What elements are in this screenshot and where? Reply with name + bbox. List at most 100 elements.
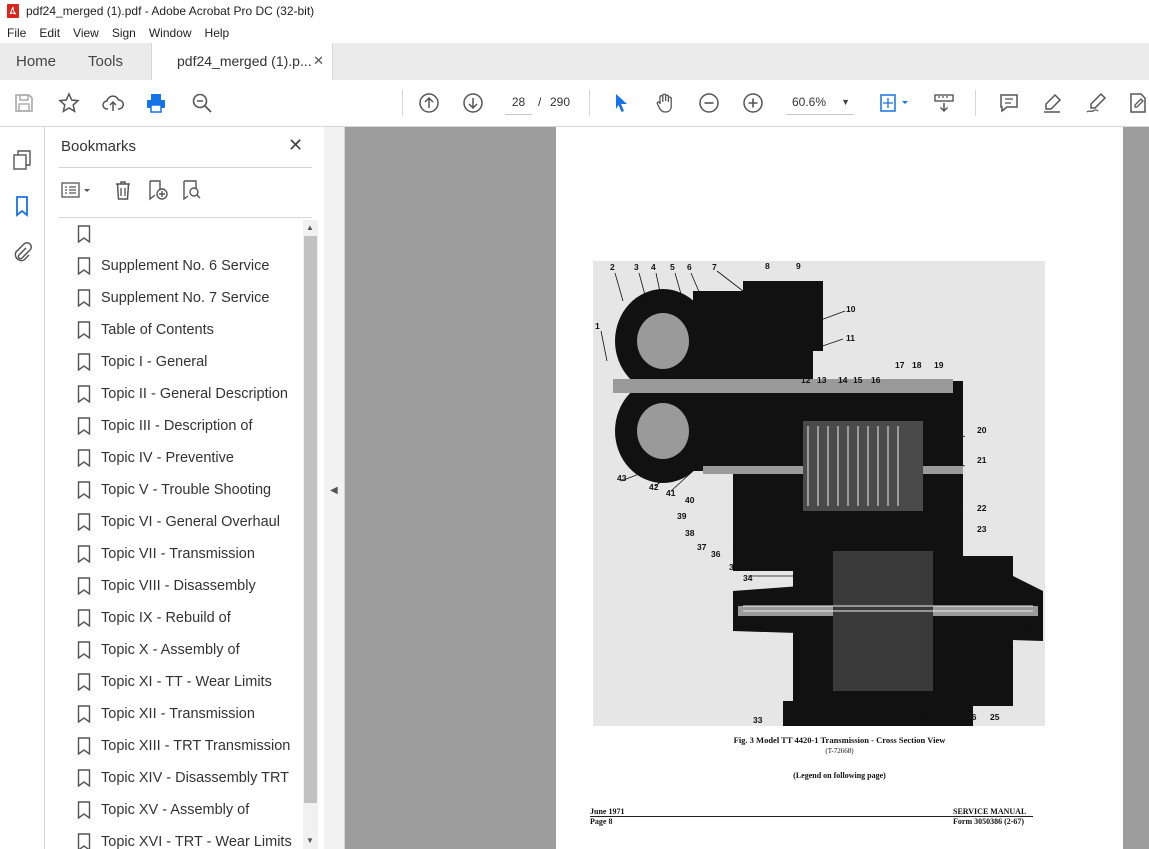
tab-tools[interactable]: Tools xyxy=(88,43,123,80)
bookmark-label: Topic I - General xyxy=(101,354,208,370)
panel-collapse-strip[interactable]: ◀ xyxy=(324,127,345,849)
page-number-input[interactable]: 28 xyxy=(505,90,532,115)
zoom-out-icon[interactable] xyxy=(697,91,721,115)
comment-icon[interactable] xyxy=(997,91,1021,115)
toolbar-divider xyxy=(402,90,403,116)
transmission-cross-section-figure: 12 3 4 5678 9101112 13 14 15 16 17 18 1920 2122… xyxy=(593,261,1045,726)
bookmark-item[interactable]: Topic I - General xyxy=(73,346,303,378)
print-icon[interactable] xyxy=(144,91,168,115)
bookmarks-panel-icon[interactable] xyxy=(10,194,34,218)
attachments-paperclip-icon[interactable] xyxy=(10,240,34,264)
acrobat-pdf-icon xyxy=(7,4,19,18)
tab-home[interactable]: Home xyxy=(16,43,56,80)
bookmark-item[interactable]: Topic X - Assembly of xyxy=(73,634,303,666)
bookmark-icon xyxy=(77,801,91,819)
scroll-up-arrow-icon[interactable]: ▲ xyxy=(306,223,314,232)
svg-text:32: 32 xyxy=(809,712,819,722)
svg-text:18: 18 xyxy=(912,360,922,370)
find-zoom-icon[interactable] xyxy=(190,91,214,115)
menu-edit[interactable]: Edit xyxy=(32,26,66,40)
bookmark-item[interactable] xyxy=(73,218,303,250)
bookmark-item[interactable]: Topic IV - Preventive xyxy=(73,442,303,474)
save-icon[interactable] xyxy=(12,91,36,115)
bookmark-item[interactable]: Topic V - Trouble Shooting xyxy=(73,474,303,506)
svg-text:22: 22 xyxy=(977,503,987,513)
bookmark-icon xyxy=(77,609,91,627)
svg-text:11: 11 xyxy=(846,333,855,343)
bookmark-item[interactable]: Topic VIII - Disassembly xyxy=(73,570,303,602)
bookmark-icon xyxy=(77,545,91,563)
star-icon[interactable] xyxy=(57,91,81,115)
bookmark-label: Topic V - Trouble Shooting xyxy=(101,482,272,498)
close-tab-icon[interactable]: ✕ xyxy=(313,43,324,79)
menu-file[interactable]: File xyxy=(0,26,32,40)
upload-cloud-icon[interactable] xyxy=(101,91,125,115)
bookmark-label: Topic XI - TT - Wear Limits xyxy=(101,674,272,690)
bookmark-item[interactable]: Topic XVI - TRT - Wear Limits xyxy=(73,826,303,849)
bookmark-icon xyxy=(77,257,91,275)
bookmark-label: Topic IX - Rebuild of xyxy=(101,610,231,626)
highlight-pen-icon[interactable] xyxy=(1040,91,1064,115)
bookmark-item[interactable]: Topic XIV - Disassembly TRT xyxy=(73,762,303,794)
svg-text:12: 12 xyxy=(801,375,811,385)
bookmark-label: Supplement No. 7 Service xyxy=(101,290,270,306)
bookmark-item[interactable]: Topic XV - Assembly of xyxy=(73,794,303,826)
hand-tool-icon[interactable] xyxy=(653,91,677,115)
zoom-dropdown[interactable]: 60.6% ▼ xyxy=(786,90,854,115)
svg-text:38: 38 xyxy=(685,528,695,538)
zoom-in-icon[interactable] xyxy=(741,91,765,115)
menu-sign[interactable]: Sign xyxy=(105,26,142,40)
svg-text:27: 27 xyxy=(940,712,950,722)
scroll-down-arrow-icon[interactable]: ▼ xyxy=(306,836,314,845)
find-bookmark-icon[interactable] xyxy=(179,177,203,203)
main-toolbar xyxy=(0,80,1149,127)
svg-text:10: 10 xyxy=(846,304,856,314)
bookmark-item[interactable]: Topic VI - General Overhaul xyxy=(73,506,303,538)
bookmark-item[interactable]: Topic III - Description of xyxy=(73,410,303,442)
figure-caption: Fig. 3 Model TT 4420-1 Transmission - Cr… xyxy=(733,735,946,745)
bookmark-item[interactable]: Topic XI - TT - Wear Limits xyxy=(73,666,303,698)
bookmark-item[interactable]: Table of Contents xyxy=(73,314,303,346)
collapse-panel-arrow-icon[interactable]: ◀ xyxy=(330,485,338,496)
previous-page-icon[interactable] xyxy=(417,91,441,115)
tab-bar: Home Tools pdf24_merged (1).p... ✕ xyxy=(0,43,1149,81)
next-page-icon[interactable] xyxy=(461,91,485,115)
tab-document[interactable]: pdf24_merged (1).p... ✕ xyxy=(151,43,333,80)
sign-pen-icon[interactable] xyxy=(1084,91,1108,115)
options-menu-icon[interactable] xyxy=(61,177,95,203)
bookmark-icon xyxy=(77,385,91,403)
svg-text:17: 17 xyxy=(895,360,905,370)
bookmark-item[interactable]: Topic VII - Transmission xyxy=(73,538,303,570)
bookmark-label: Topic XVI - TRT - Wear Limits xyxy=(101,834,292,849)
new-bookmark-icon[interactable] xyxy=(145,177,169,203)
svg-text:36: 36 xyxy=(711,549,721,559)
window-title: pdf24_merged (1).pdf - Adobe Acrobat Pro… xyxy=(26,4,315,18)
page-thumbnails-icon[interactable] xyxy=(10,148,34,172)
bookmark-item[interactable]: Topic II - General Description xyxy=(73,378,303,410)
bookmark-item[interactable]: Supplement No. 6 Service xyxy=(73,250,303,282)
svg-text:39: 39 xyxy=(677,511,687,521)
close-panel-icon[interactable]: ✕ xyxy=(288,135,303,156)
bookmark-item[interactable]: Topic IX - Rebuild of xyxy=(73,602,303,634)
scroll-mode-icon[interactable] xyxy=(932,91,956,115)
menu-help[interactable]: Help xyxy=(198,26,236,40)
delete-trash-icon[interactable] xyxy=(111,177,135,203)
export-edit-icon[interactable] xyxy=(1126,91,1149,115)
bookmark-label: Topic III - Description of xyxy=(101,418,253,434)
svg-text:28: 28 xyxy=(915,712,925,722)
svg-text:31: 31 xyxy=(829,712,839,722)
menu-view[interactable]: View xyxy=(66,26,105,40)
svg-text:19: 19 xyxy=(934,360,944,370)
bookmark-item[interactable]: Supplement No. 7 Service xyxy=(73,282,303,314)
select-cursor-icon[interactable] xyxy=(609,91,633,115)
svg-text:3: 3 xyxy=(634,262,639,272)
bookmarks-panel: Bookmarks ✕ Supplement No. 6 Service Sup… xyxy=(45,127,325,849)
fit-page-icon[interactable] xyxy=(876,91,912,115)
bookmark-item[interactable]: Topic XIII - TRT Transmission xyxy=(73,730,303,762)
bookmark-item[interactable]: Topic XII - Transmission xyxy=(73,698,303,730)
svg-text:21: 21 xyxy=(977,455,987,465)
scrollbar-thumb[interactable] xyxy=(304,236,317,803)
svg-text:7: 7 xyxy=(712,262,717,272)
bookmarks-scrollbar[interactable]: ▲ ▼ xyxy=(303,220,318,849)
menu-window[interactable]: Window xyxy=(142,26,198,40)
